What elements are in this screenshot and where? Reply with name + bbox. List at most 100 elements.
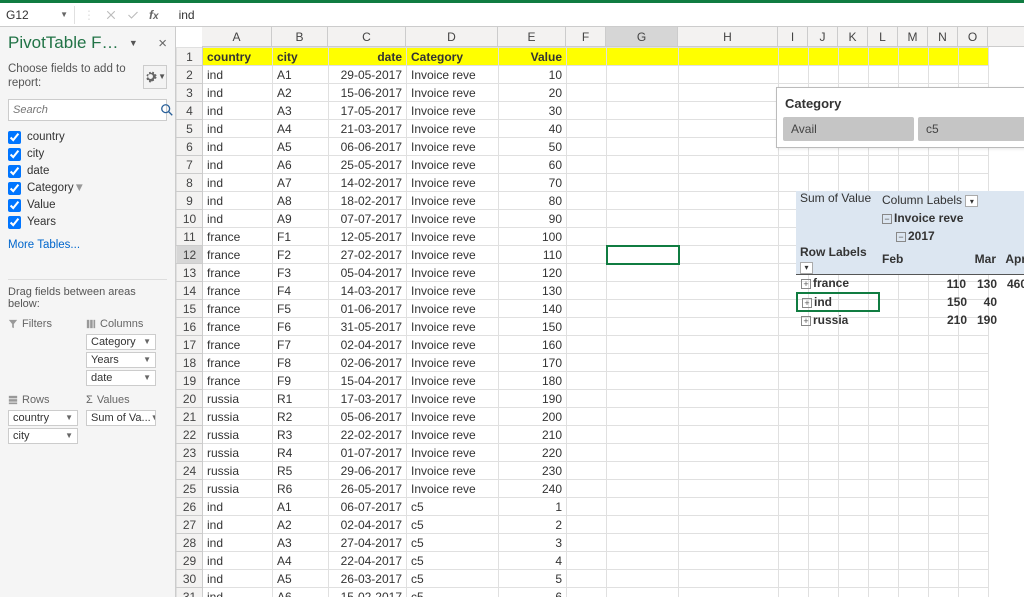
cell[interactable]: [607, 246, 679, 264]
cell[interactable]: R3: [273, 426, 329, 444]
col-header-J[interactable]: J: [808, 27, 838, 46]
cell[interactable]: [809, 336, 839, 354]
cell[interactable]: [607, 174, 679, 192]
cell[interactable]: [779, 354, 809, 372]
slicer-button[interactable]: c5: [918, 117, 1024, 141]
more-tables-link[interactable]: More Tables...: [8, 239, 167, 251]
cell[interactable]: Invoice reve: [407, 318, 499, 336]
cell[interactable]: [869, 534, 899, 552]
col-header-O[interactable]: O: [958, 27, 988, 46]
cell[interactable]: [929, 390, 959, 408]
cell[interactable]: [607, 552, 679, 570]
cell[interactable]: 6: [499, 588, 567, 597]
area-item[interactable]: city▼: [8, 428, 78, 444]
cell[interactable]: [779, 534, 809, 552]
cell[interactable]: [959, 570, 989, 588]
cell[interactable]: Value: [499, 48, 567, 66]
cell[interactable]: [899, 174, 929, 192]
row-header[interactable]: 24: [177, 462, 203, 480]
cell[interactable]: 21-03-2017: [329, 120, 407, 138]
cell[interactable]: [899, 444, 929, 462]
cell[interactable]: [607, 282, 679, 300]
cell[interactable]: russia: [203, 390, 273, 408]
cell[interactable]: [809, 390, 839, 408]
cell[interactable]: russia: [203, 480, 273, 498]
cell[interactable]: 10: [499, 66, 567, 84]
cell[interactable]: A3: [273, 102, 329, 120]
cell[interactable]: 240: [499, 480, 567, 498]
area-item[interactable]: date▼: [86, 370, 156, 386]
chevron-down-icon[interactable]: ▼: [129, 38, 138, 48]
cell[interactable]: city: [273, 48, 329, 66]
cell[interactable]: [607, 480, 679, 498]
row-header[interactable]: 28: [177, 534, 203, 552]
cell[interactable]: c5: [407, 516, 499, 534]
cell[interactable]: F9: [273, 372, 329, 390]
cell[interactable]: Invoice reve: [407, 156, 499, 174]
accept-icon[interactable]: [127, 9, 139, 21]
col-header-L[interactable]: L: [868, 27, 898, 46]
cell[interactable]: A5: [273, 570, 329, 588]
cell[interactable]: ind: [203, 156, 273, 174]
cell[interactable]: [567, 318, 607, 336]
cell[interactable]: [869, 444, 899, 462]
cell[interactable]: 14-03-2017: [329, 282, 407, 300]
cell[interactable]: A9: [273, 210, 329, 228]
cell[interactable]: [839, 426, 869, 444]
cell[interactable]: A1: [273, 498, 329, 516]
cell[interactable]: c5: [407, 498, 499, 516]
cell[interactable]: [567, 282, 607, 300]
col-header-I[interactable]: I: [778, 27, 808, 46]
cell[interactable]: ind: [203, 192, 273, 210]
field-checkbox[interactable]: [8, 182, 21, 195]
cell[interactable]: [779, 426, 809, 444]
row-header[interactable]: 2: [177, 66, 203, 84]
cell[interactable]: [567, 138, 607, 156]
cell[interactable]: [679, 372, 779, 390]
cell[interactable]: Invoice reve: [407, 336, 499, 354]
cell[interactable]: [679, 570, 779, 588]
expand-icon[interactable]: +: [802, 298, 812, 308]
cell[interactable]: [839, 372, 869, 390]
cell[interactable]: 5: [499, 570, 567, 588]
row-header[interactable]: 21: [177, 408, 203, 426]
cell[interactable]: [899, 588, 929, 597]
cell[interactable]: [899, 336, 929, 354]
cell[interactable]: [809, 588, 839, 597]
cell[interactable]: 70: [499, 174, 567, 192]
cell[interactable]: [839, 516, 869, 534]
cell[interactable]: france: [203, 282, 273, 300]
cell[interactable]: 110: [499, 246, 567, 264]
cell[interactable]: 01-06-2017: [329, 300, 407, 318]
cell[interactable]: [809, 426, 839, 444]
cell[interactable]: [869, 174, 899, 192]
cell[interactable]: [607, 156, 679, 174]
cell[interactable]: ind: [203, 84, 273, 102]
cell[interactable]: [567, 192, 607, 210]
cell[interactable]: [607, 534, 679, 552]
cell[interactable]: [929, 498, 959, 516]
cell[interactable]: [959, 426, 989, 444]
cell[interactable]: [607, 120, 679, 138]
cell[interactable]: france: [203, 354, 273, 372]
cell[interactable]: c5: [407, 570, 499, 588]
cell[interactable]: [607, 210, 679, 228]
cell[interactable]: [567, 354, 607, 372]
cell[interactable]: [899, 426, 929, 444]
cell[interactable]: france: [203, 264, 273, 282]
cell[interactable]: Invoice reve: [407, 372, 499, 390]
cell[interactable]: [929, 570, 959, 588]
cell[interactable]: 17-03-2017: [329, 390, 407, 408]
cell[interactable]: 27-02-2017: [329, 246, 407, 264]
cell[interactable]: A3: [273, 534, 329, 552]
cell[interactable]: A1: [273, 66, 329, 84]
pivot-table-output[interactable]: Sum of Value Column Labels −Invoice reve…: [796, 191, 1024, 329]
cell[interactable]: [567, 120, 607, 138]
cell[interactable]: [567, 48, 607, 66]
cell[interactable]: [929, 534, 959, 552]
cell[interactable]: F5: [273, 300, 329, 318]
area-item[interactable]: Sum of Va...▼: [86, 410, 156, 426]
cell[interactable]: france: [203, 246, 273, 264]
cell[interactable]: 170: [499, 354, 567, 372]
row-header[interactable]: 18: [177, 354, 203, 372]
